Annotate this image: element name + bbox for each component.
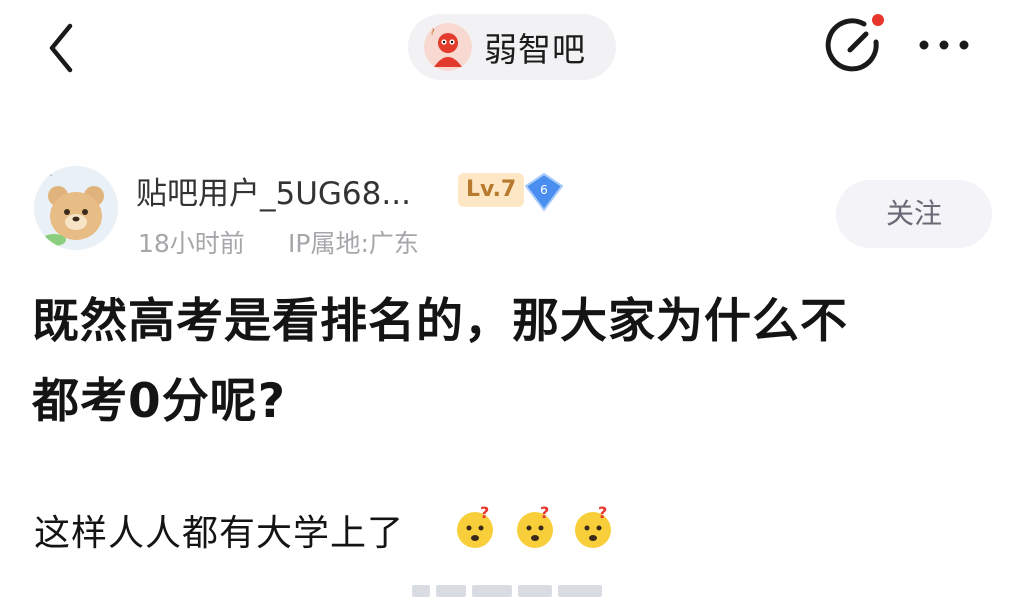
post-time: 18小时前 — [138, 229, 245, 258]
compose-button[interactable] — [820, 12, 890, 76]
ip-location: IP属地:广东 — [288, 229, 419, 258]
svg-text:?: ? — [598, 504, 607, 522]
svg-text:?: ? — [480, 504, 489, 522]
chevron-left-icon — [49, 23, 73, 73]
post-body: 这样人人都有大学上了 — [34, 513, 405, 554]
level-badge: Lv.7 — [458, 173, 525, 207]
forum-name: 弱智吧 — [484, 30, 586, 69]
forum-pill[interactable]: ? 弱智吧 — [408, 14, 616, 80]
post-title-line: 都考0分呢? — [32, 374, 286, 429]
back-button[interactable] — [40, 20, 88, 76]
author-name[interactable]: 贴吧用户_5UG68... — [136, 168, 411, 213]
post-title-line: 既然高考是看排名的，那大家为什么不 — [32, 294, 848, 349]
svg-text:⌒: ⌒ — [42, 173, 52, 185]
thinking-emoji-icon: ? — [457, 504, 493, 548]
post-title: 既然高考是看排名的，那大家为什么不 都考0分呢? — [32, 282, 982, 442]
follow-button[interactable]: 关注 — [836, 180, 992, 248]
bear-avatar-icon: ⌒ — [34, 166, 118, 250]
diamond-icon: 6 — [524, 172, 564, 212]
compose-icon — [825, 14, 884, 72]
thinking-emoji-icon: ? — [575, 504, 611, 548]
watermark — [412, 576, 612, 606]
member-badge: 6 — [522, 172, 566, 212]
more-dots-icon — [919, 40, 969, 50]
more-button[interactable] — [914, 22, 974, 68]
svg-text:6: 6 — [540, 183, 548, 197]
forum-logo-icon: ? — [424, 23, 472, 71]
thinking-emoji-icon: ? — [517, 504, 553, 548]
svg-text:?: ? — [430, 28, 435, 38]
svg-text:?: ? — [540, 504, 549, 522]
notification-dot — [872, 14, 884, 26]
avatar[interactable]: ⌒ — [34, 166, 118, 250]
